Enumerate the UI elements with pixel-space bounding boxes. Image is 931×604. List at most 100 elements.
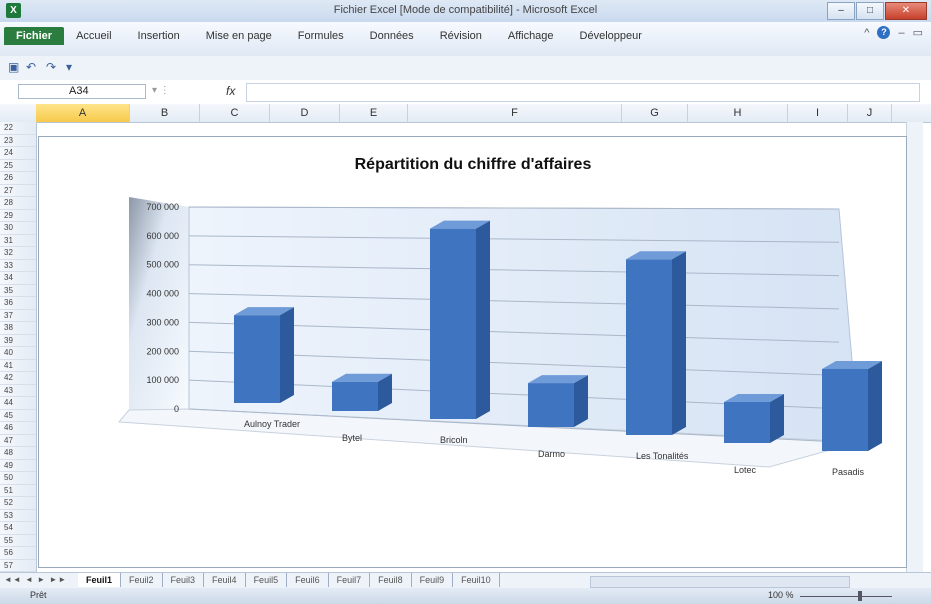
- sheet-tab[interactable]: Feuil1: [78, 573, 122, 587]
- row-header[interactable]: 23: [0, 135, 36, 147]
- sheet-tab[interactable]: Feuil3: [163, 573, 205, 587]
- maximize-button[interactable]: □: [856, 2, 884, 20]
- tab-insert[interactable]: Insertion: [138, 30, 180, 42]
- column-header[interactable]: E: [340, 104, 408, 122]
- row-header[interactable]: 57: [0, 560, 36, 572]
- row-header[interactable]: 24: [0, 147, 36, 160]
- row-header[interactable]: 27: [0, 185, 36, 197]
- sheet-tab[interactable]: Feuil6: [287, 573, 329, 587]
- column-header[interactable]: D: [270, 104, 340, 122]
- insert-function-icon[interactable]: fx: [226, 84, 235, 98]
- horizontal-scrollbar[interactable]: [590, 576, 850, 588]
- chart-title: Répartition du chiffre d'affaires: [355, 156, 592, 173]
- title-bar: X Fichier Excel [Mode de compatibilité] …: [0, 0, 931, 22]
- chart-canvas: Répartition du chiffre d'affaires 0 100 0…: [117, 156, 882, 477]
- y-tick-label: 200 000: [146, 346, 179, 356]
- bar-side: [476, 220, 490, 419]
- tab-developer[interactable]: Développeur: [580, 30, 642, 42]
- row-header[interactable]: 32: [0, 247, 36, 260]
- save-icon[interactable]: ▣: [8, 60, 19, 74]
- tab-formulas[interactable]: Formules: [298, 30, 344, 42]
- name-box[interactable]: A34: [18, 84, 146, 99]
- row-header[interactable]: 34: [0, 272, 36, 285]
- zoom-slider-knob[interactable]: [858, 591, 862, 601]
- sheet-navigation-icon[interactable]: ◄◄ ◄ ► ►►: [4, 575, 67, 584]
- bar-side: [672, 251, 686, 435]
- row-header[interactable]: 36: [0, 297, 36, 310]
- row-header[interactable]: 46: [0, 422, 36, 435]
- column-header[interactable]: F: [408, 104, 622, 122]
- row-header[interactable]: 56: [0, 547, 36, 560]
- sheet-tab[interactable]: Feuil7: [329, 573, 371, 587]
- ribbon-collapse-icon[interactable]: ^: [864, 27, 869, 39]
- sheet-tab[interactable]: Feuil9: [412, 573, 454, 587]
- vertical-scrollbar[interactable]: [906, 122, 923, 574]
- window-title: Fichier Excel [Mode de compatibilité] - …: [333, 4, 598, 16]
- row-header[interactable]: 49: [0, 460, 36, 472]
- sheet-tab[interactable]: Feuil2: [121, 573, 163, 587]
- column-header[interactable]: G: [622, 104, 688, 122]
- column-header[interactable]: C: [200, 104, 270, 122]
- tab-file[interactable]: Fichier: [4, 27, 65, 45]
- close-button[interactable]: ✕: [885, 2, 927, 20]
- row-header[interactable]: 26: [0, 172, 36, 185]
- row-header[interactable]: 25: [0, 160, 36, 172]
- row-header[interactable]: 30: [0, 222, 36, 235]
- row-header[interactable]: 52: [0, 497, 36, 510]
- row-header[interactable]: 51: [0, 485, 36, 497]
- column-header[interactable]: H: [688, 104, 788, 122]
- tab-data[interactable]: Données: [370, 30, 414, 42]
- row-header[interactable]: 33: [0, 260, 36, 272]
- category-label: Darmo: [538, 449, 565, 459]
- undo-icon[interactable]: ↶: [26, 60, 36, 74]
- formula-bar: A34 ▾ ⋮ fx: [0, 80, 931, 105]
- row-header[interactable]: 28: [0, 197, 36, 210]
- row-header[interactable]: 31: [0, 235, 36, 247]
- name-box-dropdown-icon[interactable]: ▾ ⋮: [152, 85, 170, 96]
- row-header[interactable]: 29: [0, 210, 36, 222]
- row-header[interactable]: 35: [0, 285, 36, 297]
- zoom-level[interactable]: 100 %: [768, 590, 794, 600]
- row-header[interactable]: 22: [0, 122, 36, 135]
- status-ready: Prêt: [30, 590, 47, 600]
- chart[interactable]: Répartition du chiffre d'affaires 0 100 0…: [38, 136, 907, 568]
- row-header[interactable]: 39: [0, 335, 36, 347]
- window-minimize-icon[interactable]: –: [898, 27, 904, 39]
- row-header[interactable]: 50: [0, 472, 36, 485]
- row-header[interactable]: 55: [0, 535, 36, 547]
- row-header[interactable]: 47: [0, 435, 36, 447]
- row-header[interactable]: 45: [0, 410, 36, 422]
- column-header[interactable]: B: [130, 104, 200, 122]
- row-header[interactable]: 42: [0, 372, 36, 385]
- sheet-tab[interactable]: Feuil5: [246, 573, 288, 587]
- row-header[interactable]: 53: [0, 510, 36, 522]
- redo-icon[interactable]: ↷: [46, 60, 56, 74]
- column-header[interactable]: A: [36, 104, 130, 122]
- sheet-tab[interactable]: Feuil10: [453, 573, 500, 587]
- row-header[interactable]: 37: [0, 310, 36, 322]
- y-tick-label: 600 000: [146, 231, 179, 241]
- column-header[interactable]: I: [788, 104, 848, 122]
- row-header[interactable]: 40: [0, 347, 36, 360]
- row-header[interactable]: 41: [0, 360, 36, 372]
- zoom-slider[interactable]: [800, 596, 892, 597]
- column-header[interactable]: J: [848, 104, 892, 122]
- formula-input[interactable]: [246, 83, 920, 102]
- window-restore-icon[interactable]: ▭: [913, 26, 923, 39]
- row-header[interactable]: 54: [0, 522, 36, 535]
- tab-page-layout[interactable]: Mise en page: [206, 30, 272, 42]
- sheet-tab[interactable]: Feuil8: [370, 573, 412, 587]
- tab-home[interactable]: Accueil: [76, 30, 111, 42]
- row-header[interactable]: 48: [0, 447, 36, 460]
- minimize-button[interactable]: –: [827, 2, 855, 20]
- customize-qat-icon[interactable]: ▾: [66, 60, 72, 74]
- row-header[interactable]: 44: [0, 397, 36, 410]
- bar-front: [332, 381, 378, 411]
- row-header[interactable]: 38: [0, 322, 36, 335]
- sheet-tab[interactable]: Feuil4: [204, 573, 246, 587]
- bar-front: [430, 228, 476, 419]
- tab-review[interactable]: Révision: [440, 30, 482, 42]
- row-header[interactable]: 43: [0, 385, 36, 397]
- tab-view[interactable]: Affichage: [508, 30, 554, 42]
- help-icon[interactable]: ?: [877, 26, 891, 39]
